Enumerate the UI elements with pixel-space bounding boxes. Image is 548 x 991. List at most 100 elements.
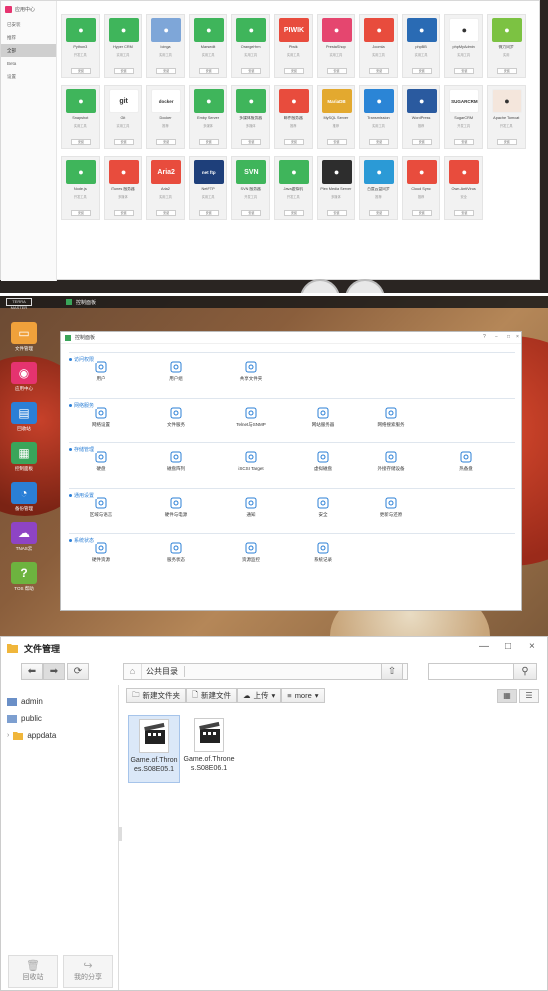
install-button[interactable]: 安装 <box>71 210 91 216</box>
search-input[interactable] <box>428 663 514 680</box>
app-tile[interactable]: docker Docker 推荐 安装 <box>146 85 185 149</box>
app-tile[interactable]: Aria2 Aria2 实用工具 安装 <box>146 156 185 220</box>
home-icon[interactable]: ⌂ <box>124 664 142 679</box>
control-item-update[interactable]: 更新与还原 <box>361 496 421 518</box>
install-button[interactable]: 安装 <box>326 68 347 74</box>
maximize-button[interactable]: □ <box>507 334 510 340</box>
install-button[interactable]: 安装 <box>411 68 432 74</box>
control-item-network-search[interactable]: 网络搜索服务 <box>361 406 421 428</box>
refresh-button[interactable]: ⟳ <box>67 663 89 680</box>
app-tile[interactable]: SUGARCRM SugarCRM 开发工具 安装 <box>444 85 483 149</box>
app-tile[interactable]: ● 多媒体服务器 多媒体 安装 <box>231 85 270 149</box>
new-file-button[interactable]: 🗋 新建文件 <box>186 688 238 703</box>
install-button[interactable]: 安装 <box>454 210 475 216</box>
control-item-globe[interactable]: 区域与语言 <box>71 496 131 518</box>
control-item-external-storage[interactable]: 外接存储设备 <box>361 450 421 472</box>
app-tile[interactable]: MariaDB MySQL Server 推荐 安装 <box>316 85 356 149</box>
close-button[interactable]: × <box>516 334 519 340</box>
app-tile[interactable]: ● 邮件服务器 推荐 安装 <box>273 85 313 149</box>
control-item-lock[interactable]: 安全 <box>293 496 353 518</box>
control-item-service-status[interactable]: 服务状态 <box>146 541 206 563</box>
back-button[interactable]: ⬅ <box>21 663 43 680</box>
install-button[interactable]: 安装 <box>241 68 262 74</box>
control-item-iscsi[interactable]: iSCSI Target <box>221 450 281 471</box>
install-button[interactable]: 安装 <box>198 210 219 216</box>
install-button[interactable]: 安装 <box>369 139 390 145</box>
install-button[interactable]: 安装 <box>496 68 517 74</box>
app-tile[interactable]: ● Snapshot 实用工具 安装 <box>61 85 100 149</box>
topbar-app-title[interactable]: 控制面板 <box>76 299 96 306</box>
app-tile[interactable]: ● 微力同步 实用 安装 <box>486 14 526 78</box>
install-button[interactable]: 安装 <box>411 139 432 145</box>
install-button[interactable]: 安装 <box>156 139 177 145</box>
control-item-system-log[interactable]: 系统记录 <box>293 541 353 563</box>
chevron-right-icon[interactable]: › <box>7 732 9 739</box>
app-tile[interactable]: ● 百度云盘同步 推荐 安装 <box>359 156 398 220</box>
more-button[interactable]: ≡ more ▾ <box>281 688 325 703</box>
install-button[interactable]: 安装 <box>241 139 262 145</box>
control-item-resource-monitor[interactable]: 资源监控 <box>221 541 281 563</box>
app-tile[interactable]: ● Joomla 实用工具 安装 <box>359 14 398 78</box>
close-button[interactable]: × <box>529 641 535 652</box>
app-tile[interactable]: ● PrestaShop 实用工具 安装 <box>316 14 356 78</box>
panel-splitter[interactable] <box>119 827 122 841</box>
install-button[interactable]: 安装 <box>454 139 475 145</box>
nav-item[interactable]: 已安装 <box>1 18 56 31</box>
install-button[interactable]: 安装 <box>198 139 219 145</box>
install-button[interactable]: 安装 <box>283 210 304 216</box>
app-tile[interactable]: ● Marsedit 实用工具 安装 <box>188 14 228 78</box>
tree-item-public[interactable]: public <box>7 714 42 723</box>
control-item-disk[interactable]: 硬盘 <box>71 450 131 472</box>
nav-item[interactable]: 推荐 <box>1 31 56 44</box>
app-tile[interactable]: ● WordPress 推荐 安装 <box>401 85 441 149</box>
file-item[interactable]: Game.of.Thrones.S08E05.1 <box>128 715 180 783</box>
maximize-button[interactable]: □ <box>505 641 511 652</box>
app-tile[interactable]: PIWIK Piwik 实用工具 安装 <box>273 14 313 78</box>
file-item[interactable]: Game.of.Thrones.S08E06.1 <box>183 715 235 783</box>
install-button[interactable]: 安装 <box>454 68 475 74</box>
install-button[interactable]: 安装 <box>198 68 219 74</box>
control-item-shared-folder[interactable]: 共享文件夹 <box>221 360 281 382</box>
minimize-button[interactable]: — <box>479 641 489 652</box>
recycle-bin-button[interactable]: 🗑 回收站 <box>8 955 58 988</box>
install-button[interactable]: 安装 <box>71 68 91 74</box>
app-tile[interactable]: ● Transmission 实用工具 安装 <box>359 85 398 149</box>
app-tile[interactable]: SVN SVN 服务器 开发工具 安装 <box>231 156 270 220</box>
dock-item[interactable]: ▦ 控制面板 <box>8 442 40 482</box>
app-tile[interactable]: git Git 实用工具 安装 <box>103 85 143 149</box>
help-button[interactable]: ? <box>483 334 486 340</box>
control-item-wrench[interactable]: 硬件与电源 <box>146 496 206 518</box>
install-button[interactable]: 安装 <box>496 139 517 145</box>
dock-item[interactable]: ? TOS 帮助 <box>8 562 40 602</box>
app-tile[interactable]: ● Java虚拟机 开发工具 安装 <box>273 156 313 220</box>
list-view-button[interactable]: ☰ <box>519 689 539 703</box>
install-button[interactable]: 安装 <box>113 210 134 216</box>
control-item-hardware-resource[interactable]: 硬件资源 <box>71 541 131 563</box>
app-tile[interactable]: ● phpMyAdmin 实用工具 安装 <box>444 14 483 78</box>
my-share-button[interactable]: ↪ 我的分享 <box>63 955 113 988</box>
control-item-file-service[interactable]: 文件服务 <box>146 406 206 428</box>
app-tile[interactable]: ● OrangeHrm 实用工具 安装 <box>231 14 270 78</box>
breadcrumb[interactable]: 公共目录 <box>146 666 185 677</box>
app-tile[interactable]: ● Plex Media Server 多媒体 安装 <box>316 156 356 220</box>
nav-item[interactable]: Beta <box>1 57 56 70</box>
dock-item[interactable]: ▭ 文件管理 <box>8 322 40 362</box>
grid-view-button[interactable]: ▦ <box>497 689 517 703</box>
install-button[interactable]: 安装 <box>156 68 177 74</box>
install-button[interactable]: 安装 <box>326 139 347 145</box>
tree-item-admin[interactable]: admin <box>7 697 43 706</box>
app-tile[interactable]: ● Node.js 开发工具 安装 <box>61 156 100 220</box>
install-button[interactable]: 安装 <box>283 68 304 74</box>
install-button[interactable]: 安装 <box>113 68 134 74</box>
install-button[interactable]: 安装 <box>113 139 134 145</box>
control-item-virtual-disk[interactable]: 虚拟磁盘 <box>293 450 353 472</box>
upload-button[interactable]: ☁ 上传 ▾ <box>237 688 282 703</box>
install-button[interactable]: 安装 <box>71 139 91 145</box>
search-button[interactable]: ⚲ <box>513 663 537 680</box>
app-tile[interactable]: ● Cloud Sync 推荐 安装 <box>401 156 441 220</box>
dock-item[interactable]: ◔ 备份管理 <box>8 482 40 522</box>
control-item-telnet[interactable]: Telnet与SNMP <box>221 406 281 428</box>
dock-item[interactable]: ▤ 回收站 <box>8 402 40 442</box>
control-item-network[interactable]: 网络设置 <box>71 406 131 428</box>
app-tile[interactable]: ● phpBB 实用工具 安装 <box>401 14 441 78</box>
